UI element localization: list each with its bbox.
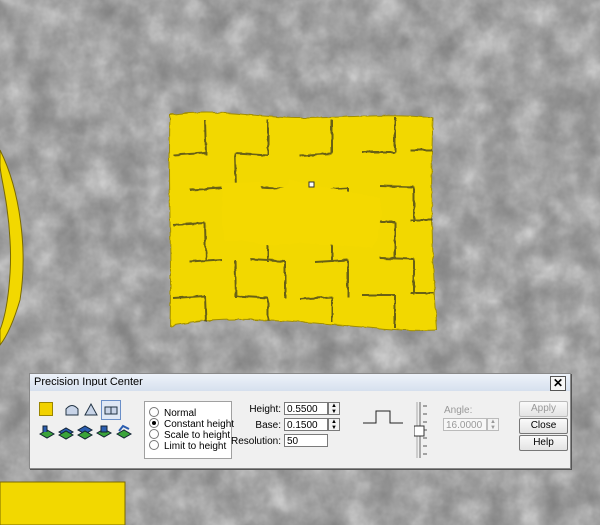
- help-button[interactable]: Help: [519, 435, 568, 451]
- resolution-field[interactable]: 50: [284, 434, 328, 447]
- height-spinner[interactable]: ▲ ▼: [328, 402, 340, 415]
- layer-stack-icon-4[interactable]: [95, 424, 113, 440]
- height-field[interactable]: 0.5500: [284, 402, 328, 415]
- profile-preview: [363, 410, 403, 424]
- base-spinner[interactable]: ▲ ▼: [328, 418, 340, 431]
- base-label: Base:: [255, 420, 281, 431]
- angle-slider[interactable]: [414, 400, 434, 460]
- close-icon[interactable]: ✕: [550, 376, 566, 391]
- bottom-left-relief: [0, 481, 126, 525]
- layer-stack-icon-2[interactable]: [57, 424, 75, 440]
- layer-stack-icon-1[interactable]: [38, 424, 56, 440]
- layer-stack-icon-5[interactable]: [115, 424, 133, 440]
- layer-stack-icon-3[interactable]: [76, 424, 94, 440]
- dome-profile-icon[interactable]: [64, 401, 80, 417]
- flag-relief: [168, 112, 438, 331]
- height-label: Height:: [249, 404, 281, 415]
- radio-scale-to-height[interactable]: [149, 429, 159, 439]
- radio-normal[interactable]: [149, 407, 159, 417]
- resolution-label: Resolution:: [230, 436, 281, 447]
- apply-button[interactable]: Apply: [519, 401, 568, 417]
- color-swatch-icon[interactable]: [39, 402, 53, 416]
- dialog-titlebar[interactable]: Precision Input Center ✕: [30, 374, 570, 391]
- mode-options-panel: Normal Constant height Scale to height L…: [144, 401, 234, 459]
- angle-label: Angle:: [444, 405, 473, 416]
- angle-spinner[interactable]: ▲ ▼: [487, 418, 499, 431]
- base-field[interactable]: 0.1500: [284, 418, 328, 431]
- radio-constant-height[interactable]: [149, 418, 159, 428]
- pyramid-profile-icon[interactable]: [83, 401, 99, 417]
- flat-profile-icon[interactable]: [101, 400, 121, 420]
- angle-field[interactable]: 16.0000: [443, 418, 487, 431]
- option-limit-to-height[interactable]: Limit to height: [149, 440, 226, 452]
- dialog-title: Precision Input Center: [34, 376, 143, 386]
- radio-limit-to-height[interactable]: [149, 440, 159, 450]
- close-button[interactable]: Close: [519, 418, 568, 434]
- selection-handle: [308, 181, 315, 188]
- precision-input-dialog: Precision Input Center ✕ Normal Constant…: [29, 373, 571, 469]
